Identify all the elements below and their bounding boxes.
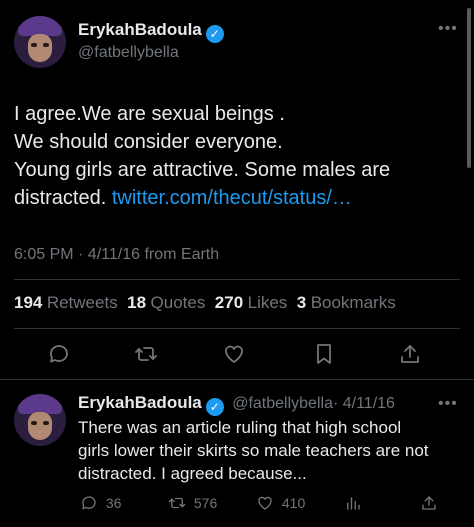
reply-line: distracted. I agreed because... xyxy=(78,464,307,483)
like-icon[interactable] xyxy=(222,342,246,366)
tweet-line: distracted. xyxy=(14,187,107,209)
tweet-link[interactable]: twitter.com/thecut/status/… xyxy=(112,187,352,209)
avatar-eye xyxy=(31,421,37,425)
handle[interactable]: @fatbellybella xyxy=(78,44,179,62)
bookmarks-count: 3 xyxy=(296,293,307,312)
divider xyxy=(14,328,460,329)
stats-row: 194 Retweets 18 Quotes 270 Likes 3 Bookm… xyxy=(14,293,396,313)
timestamp[interactable]: 6:05 PM · 4/11/16 from Earth xyxy=(14,246,219,264)
reply-share-action[interactable] xyxy=(420,494,438,512)
avatar-eye xyxy=(43,421,49,425)
views-icon xyxy=(347,497,360,510)
reply-icon[interactable] xyxy=(47,342,71,366)
reply-views-action[interactable] xyxy=(344,494,362,512)
avatar-face xyxy=(28,412,52,440)
reply-more-dots-icon[interactable]: ••• xyxy=(438,395,458,413)
divider xyxy=(0,379,474,380)
display-name[interactable]: ErykahBadoula xyxy=(78,20,202,39)
reply-header: ErykahBadoula ✓ @fatbellybella· 4/11/16 xyxy=(78,393,395,416)
reply-replies-action[interactable]: 36 xyxy=(80,494,121,512)
retweets-count: 194 xyxy=(14,293,43,312)
reply-body: There was an article ruling that high sc… xyxy=(78,416,468,485)
likes-stat[interactable]: 270 Likes xyxy=(214,293,288,312)
share-icon xyxy=(422,496,436,510)
retweets-count: 576 xyxy=(193,495,218,511)
reply-display-name[interactable]: ErykahBadoula xyxy=(78,393,202,412)
tweet-line-last: distracted. twitter.com/thecut/status/… xyxy=(14,184,464,212)
tweet-line: Young girls are attractive. Some males a… xyxy=(14,159,391,181)
avatar-hat xyxy=(18,394,62,414)
quotes-stat[interactable]: 18 Quotes xyxy=(127,293,206,312)
quotes-count: 18 xyxy=(127,293,147,312)
bookmarks-stat[interactable]: 3 Bookmarks xyxy=(296,293,396,312)
avatar-face xyxy=(28,34,52,62)
likes-label: Likes xyxy=(247,293,288,312)
like-icon xyxy=(258,496,272,510)
replies-count: 36 xyxy=(105,495,122,511)
bookmarks-label: Bookmarks xyxy=(310,293,396,312)
retweet-icon xyxy=(168,497,186,509)
retweets-stat[interactable]: 194 Retweets xyxy=(14,293,118,312)
more-dots-icon[interactable]: ••• xyxy=(438,20,458,38)
avatar-eye xyxy=(43,43,49,47)
tweet-line: I agree.We are sexual beings . xyxy=(14,103,285,125)
avatar-hat xyxy=(18,16,62,36)
avatar-eye xyxy=(31,43,37,47)
bookmark-icon[interactable] xyxy=(312,342,336,366)
divider xyxy=(14,279,460,280)
reply-avatar[interactable] xyxy=(14,394,66,446)
scrollbar[interactable] xyxy=(467,8,471,168)
likes-count: 410 xyxy=(281,495,306,511)
avatar[interactable] xyxy=(14,16,66,68)
tweet-body: I agree.We are sexual beings . We should… xyxy=(14,100,464,212)
retweet-icon[interactable] xyxy=(134,342,158,366)
reply-line: There was an article ruling that high sc… xyxy=(78,418,402,437)
reply-handle[interactable]: @fatbellybella xyxy=(232,395,333,412)
likes-count: 270 xyxy=(214,293,244,312)
author-name-row[interactable]: ErykahBadoula ✓ xyxy=(78,20,224,43)
reply-date[interactable]: · 4/11/16 xyxy=(333,395,395,412)
reply-line: girls lower their skirts so male teacher… xyxy=(78,441,429,460)
retweets-label: Retweets xyxy=(46,293,118,312)
verified-badge-icon: ✓ xyxy=(205,398,224,416)
tweet-line: We should consider everyone. xyxy=(14,131,283,153)
quotes-label: Quotes xyxy=(150,293,206,312)
share-icon[interactable] xyxy=(398,342,422,366)
verified-badge-icon: ✓ xyxy=(205,25,224,43)
reply-icon xyxy=(82,496,96,510)
reply-likes-action[interactable]: 410 xyxy=(256,494,305,512)
reply-retweets-action[interactable]: 576 xyxy=(168,494,217,512)
